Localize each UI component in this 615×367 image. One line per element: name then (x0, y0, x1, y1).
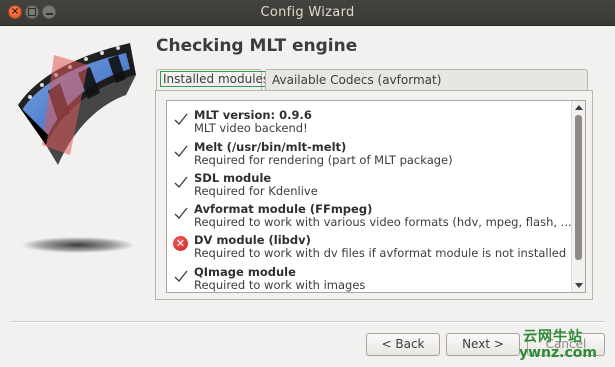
tab-installed-modules[interactable]: Installed modules (156, 69, 273, 90)
tab-label: Installed modules (160, 71, 273, 87)
divider (10, 321, 605, 323)
list-item[interactable]: MLT version: 0.9.6 MLT video backend! (167, 103, 572, 135)
module-description: Required for Kdenlive (194, 184, 318, 198)
module-list[interactable]: MLT version: 0.9.6 MLT video backend! Me… (166, 100, 586, 293)
module-name: Melt (/usr/bin/mlt-melt) (194, 140, 347, 154)
module-description: Required to work with images (194, 278, 366, 292)
back-button[interactable]: < Back (366, 333, 440, 356)
list-item[interactable]: SDL module Required for Kdenlive (167, 166, 572, 198)
tab-label: Available Codecs (avformat) (272, 73, 442, 87)
title-bar: × Config Wizard (0, 0, 615, 26)
check-icon (174, 207, 188, 219)
list-item[interactable]: Avformat module (FFmpeg) Required to wor… (167, 197, 576, 229)
watermark-line1: 云网牛站 (523, 329, 583, 345)
module-description: Required for rendering (part of MLT pack… (194, 153, 453, 167)
check-icon (174, 176, 188, 188)
module-name: DV module (libdv) (194, 233, 311, 247)
scrollbar-thumb[interactable] (575, 115, 582, 260)
window-title: Config Wizard (260, 5, 355, 20)
next-button[interactable]: Next > (446, 333, 520, 356)
watermark: 云网牛站 ywnz.com (519, 326, 609, 362)
check-icon (174, 113, 188, 125)
scroll-down-icon[interactable] (575, 283, 583, 288)
module-description: MLT video backend! (194, 121, 308, 135)
list-item[interactable]: QImage module Required to work with imag… (167, 260, 572, 292)
module-name: Avformat module (FFmpeg) (194, 202, 373, 216)
list-item[interactable]: ✕ DV module (libdv) Required to work wit… (167, 228, 572, 260)
tab-available-codecs[interactable]: Available Codecs (avformat) (265, 69, 588, 90)
module-description: Required to work with various video form… (194, 215, 577, 229)
module-name: SDL module (194, 171, 272, 185)
check-icon (174, 145, 188, 157)
module-name: QImage module (194, 265, 296, 279)
module-description: Required to work with dv files if avform… (194, 246, 567, 260)
watermark-line2: ywnz.com (519, 345, 597, 361)
page-title: Checking MLT engine (156, 36, 358, 56)
error-icon: ✕ (173, 236, 188, 251)
check-icon (174, 270, 188, 282)
film-strip-logo (18, 43, 136, 165)
scroll-up-icon[interactable] (575, 105, 583, 110)
list-scrollbar[interactable] (571, 101, 585, 292)
logo-shadow (22, 237, 134, 253)
list-item[interactable]: Melt (/usr/bin/mlt-melt) Required for re… (167, 135, 572, 167)
module-name: MLT version: 0.9.6 (194, 108, 312, 122)
